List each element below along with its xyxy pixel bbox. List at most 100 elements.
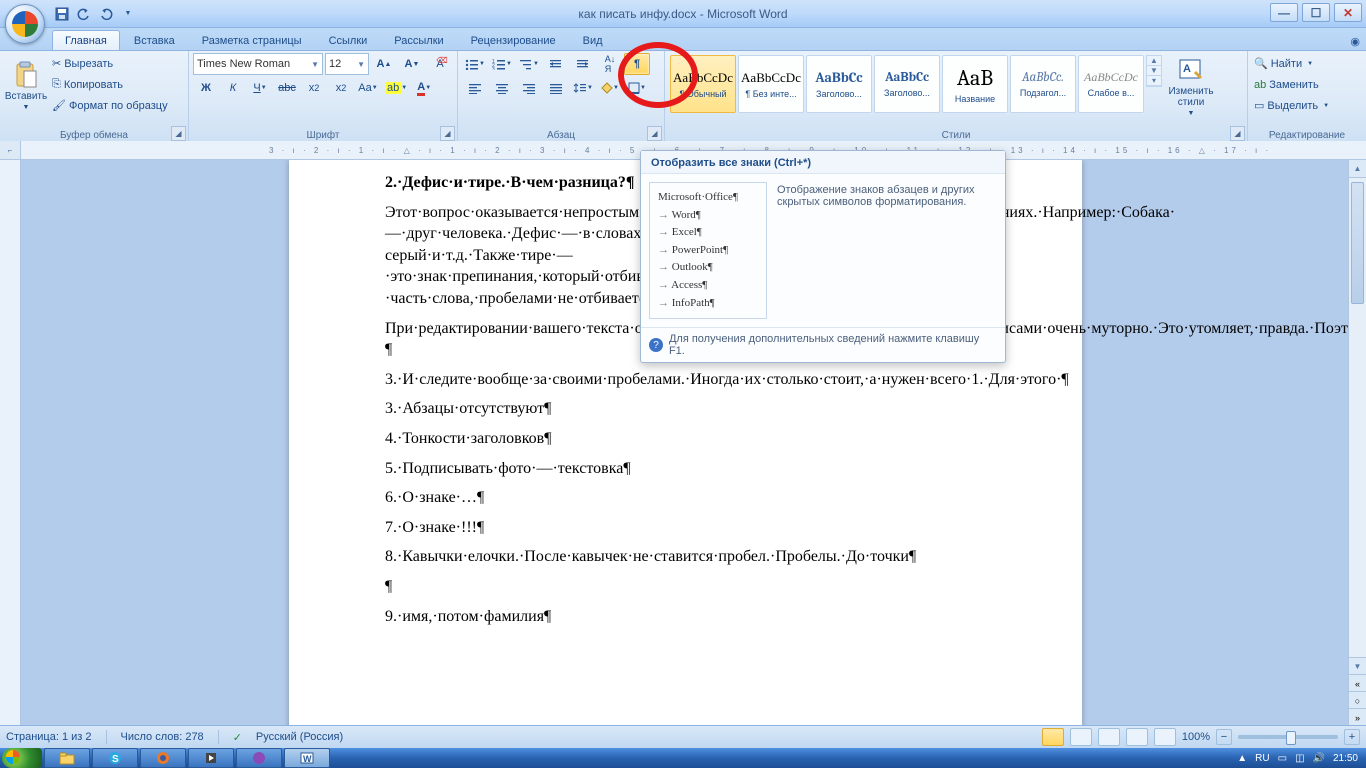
ruler-corner-icon[interactable]: ⌐ bbox=[0, 141, 20, 160]
status-page[interactable]: Страница: 1 из 2 bbox=[6, 731, 92, 743]
view-draft-button[interactable] bbox=[1154, 728, 1176, 746]
paragraph-launcher[interactable]: ◢ bbox=[647, 126, 662, 141]
taskbar-word-icon[interactable]: W bbox=[284, 748, 330, 768]
view-web-layout-button[interactable] bbox=[1098, 728, 1120, 746]
close-button[interactable]: ✕ bbox=[1334, 3, 1362, 22]
status-words[interactable]: Число слов: 278 bbox=[121, 731, 204, 743]
view-outline-button[interactable] bbox=[1126, 728, 1148, 746]
change-case-button[interactable]: Aa▼ bbox=[355, 77, 381, 99]
numbering-button[interactable]: 123▼ bbox=[489, 53, 515, 75]
justify-button[interactable] bbox=[543, 77, 569, 99]
tab-view[interactable]: Вид bbox=[570, 30, 616, 50]
qat-save-icon[interactable] bbox=[52, 4, 72, 24]
minimize-button[interactable]: — bbox=[1270, 3, 1298, 22]
font-color-button[interactable]: A▼ bbox=[411, 77, 437, 99]
help-icon[interactable]: ◉ bbox=[1344, 33, 1366, 50]
style-item[interactable]: AaBbCcDcСлабое в... bbox=[1078, 55, 1144, 113]
scroll-thumb[interactable] bbox=[1351, 182, 1364, 304]
scroll-up-icon[interactable]: ▲ bbox=[1349, 160, 1366, 178]
paste-button[interactable]: Вставить ▼ bbox=[4, 53, 48, 121]
spellcheck-icon[interactable]: ✓ bbox=[233, 731, 242, 744]
qat-undo-icon[interactable] bbox=[74, 4, 94, 24]
change-styles-button[interactable]: A Изменить стили▼ bbox=[1163, 53, 1219, 121]
multilevel-list-button[interactable]: ▼ bbox=[516, 53, 542, 75]
zoom-in-button[interactable]: + bbox=[1344, 729, 1360, 745]
office-button[interactable] bbox=[5, 4, 45, 44]
underline-button[interactable]: Ч▼ bbox=[247, 77, 273, 99]
tray-arrow-icon[interactable]: ▲ bbox=[1237, 753, 1247, 764]
style-item[interactable]: AaBbCc.Подзагол... bbox=[1010, 55, 1076, 113]
vertical-scrollbar[interactable]: ▲ ▼ « ○ » bbox=[1348, 160, 1366, 726]
qat-dropdown-icon[interactable]: ▼ bbox=[118, 4, 138, 24]
tab-insert[interactable]: Вставка bbox=[121, 30, 188, 50]
clear-formatting-button[interactable]: A⌫ bbox=[427, 53, 453, 75]
tab-references[interactable]: Ссылки bbox=[316, 30, 381, 50]
style-item[interactable]: AaBНазвание bbox=[942, 55, 1008, 113]
font-launcher[interactable]: ◢ bbox=[440, 126, 455, 141]
highlight-button[interactable]: ab▼ bbox=[382, 77, 410, 99]
cut-button[interactable]: ✂Вырезать bbox=[50, 53, 170, 74]
find-button[interactable]: 🔍Найти▼ bbox=[1252, 53, 1315, 74]
sort-button[interactable]: А↓Я bbox=[597, 53, 623, 75]
style-item[interactable]: AaBbCcDc¶ Без инте... bbox=[738, 55, 804, 113]
clipboard-launcher[interactable]: ◢ bbox=[171, 126, 186, 141]
grow-font-button[interactable]: A▲ bbox=[371, 53, 397, 75]
tray-clock[interactable]: 21:50 bbox=[1333, 753, 1358, 764]
shading-button[interactable]: ▼ bbox=[597, 77, 623, 99]
italic-button[interactable]: К bbox=[220, 77, 246, 99]
view-full-screen-button[interactable] bbox=[1070, 728, 1092, 746]
status-language[interactable]: Русский (Россия) bbox=[256, 731, 343, 743]
taskbar-firefox-icon[interactable] bbox=[140, 748, 186, 768]
align-right-button[interactable] bbox=[516, 77, 542, 99]
tray-flag-icon[interactable]: ▭ bbox=[1278, 753, 1287, 764]
tray-lang[interactable]: RU bbox=[1255, 753, 1269, 764]
align-left-button[interactable] bbox=[462, 77, 488, 99]
line-spacing-button[interactable]: ▼ bbox=[570, 77, 596, 99]
replace-button[interactable]: abЗаменить bbox=[1252, 74, 1321, 95]
tray-network-icon[interactable]: ◫ bbox=[1295, 753, 1304, 764]
tab-page-layout[interactable]: Разметка страницы bbox=[189, 30, 315, 50]
select-button[interactable]: ▭Выделить▼ bbox=[1252, 95, 1331, 116]
subscript-button[interactable]: x2 bbox=[301, 77, 327, 99]
taskbar-skype-icon[interactable]: S bbox=[92, 748, 138, 768]
tab-home[interactable]: Главная bbox=[52, 30, 120, 50]
copy-button[interactable]: ⎘Копировать bbox=[50, 74, 170, 95]
scroll-down-icon[interactable]: ▼ bbox=[1349, 657, 1366, 675]
tray-volume-icon[interactable]: 🔊 bbox=[1313, 753, 1325, 764]
decrease-indent-button[interactable] bbox=[543, 53, 569, 75]
style-item[interactable]: AaBbCcDc¶ Обычный bbox=[670, 55, 736, 113]
maximize-button[interactable]: ☐ bbox=[1302, 3, 1330, 22]
taskbar-app-icon[interactable] bbox=[236, 748, 282, 768]
style-item[interactable]: AaBbCcЗаголово... bbox=[874, 55, 940, 113]
bullets-button[interactable]: ▼ bbox=[462, 53, 488, 75]
superscript-button[interactable]: x2 bbox=[328, 77, 354, 99]
zoom-slider[interactable] bbox=[1238, 735, 1338, 739]
status-zoom[interactable]: 100% bbox=[1182, 731, 1210, 743]
styles-scroll[interactable]: ▲▼▾ bbox=[1146, 55, 1162, 87]
align-center-button[interactable] bbox=[489, 77, 515, 99]
format-painter-button[interactable]: 🖌Формат по образцу bbox=[50, 95, 170, 116]
styles-launcher[interactable]: ◢ bbox=[1230, 126, 1245, 141]
taskbar-explorer-icon[interactable] bbox=[44, 748, 90, 768]
strikethrough-button[interactable]: abc bbox=[274, 77, 300, 99]
font-name-combo[interactable]: Times New Roman▼ bbox=[193, 53, 323, 75]
zoom-out-button[interactable]: − bbox=[1216, 729, 1232, 745]
tab-mailings[interactable]: Рассылки bbox=[381, 30, 456, 50]
system-tray[interactable]: ▲ RU ▭ ◫ 🔊 21:50 bbox=[1237, 753, 1364, 764]
view-print-layout-button[interactable] bbox=[1042, 728, 1064, 746]
next-page-icon[interactable]: » bbox=[1349, 708, 1366, 726]
borders-button[interactable]: ▼ bbox=[624, 77, 650, 99]
qat-redo-icon[interactable] bbox=[96, 4, 116, 24]
start-button[interactable] bbox=[2, 748, 42, 768]
browse-object-icon[interactable]: ○ bbox=[1349, 691, 1366, 709]
font-size-combo[interactable]: 12▼ bbox=[325, 53, 369, 75]
styles-gallery[interactable]: AaBbCcDc¶ ОбычныйAaBbCcDc¶ Без инте...Aa… bbox=[669, 53, 1145, 115]
style-item[interactable]: AaBbCcЗаголово... bbox=[806, 55, 872, 113]
taskbar-media-icon[interactable] bbox=[188, 748, 234, 768]
show-hide-marks-button[interactable]: ¶ bbox=[624, 53, 650, 75]
prev-page-icon[interactable]: « bbox=[1349, 674, 1366, 692]
tab-review[interactable]: Рецензирование bbox=[458, 30, 569, 50]
bold-button[interactable]: Ж bbox=[193, 77, 219, 99]
shrink-font-button[interactable]: A▼ bbox=[399, 53, 425, 75]
increase-indent-button[interactable] bbox=[570, 53, 596, 75]
